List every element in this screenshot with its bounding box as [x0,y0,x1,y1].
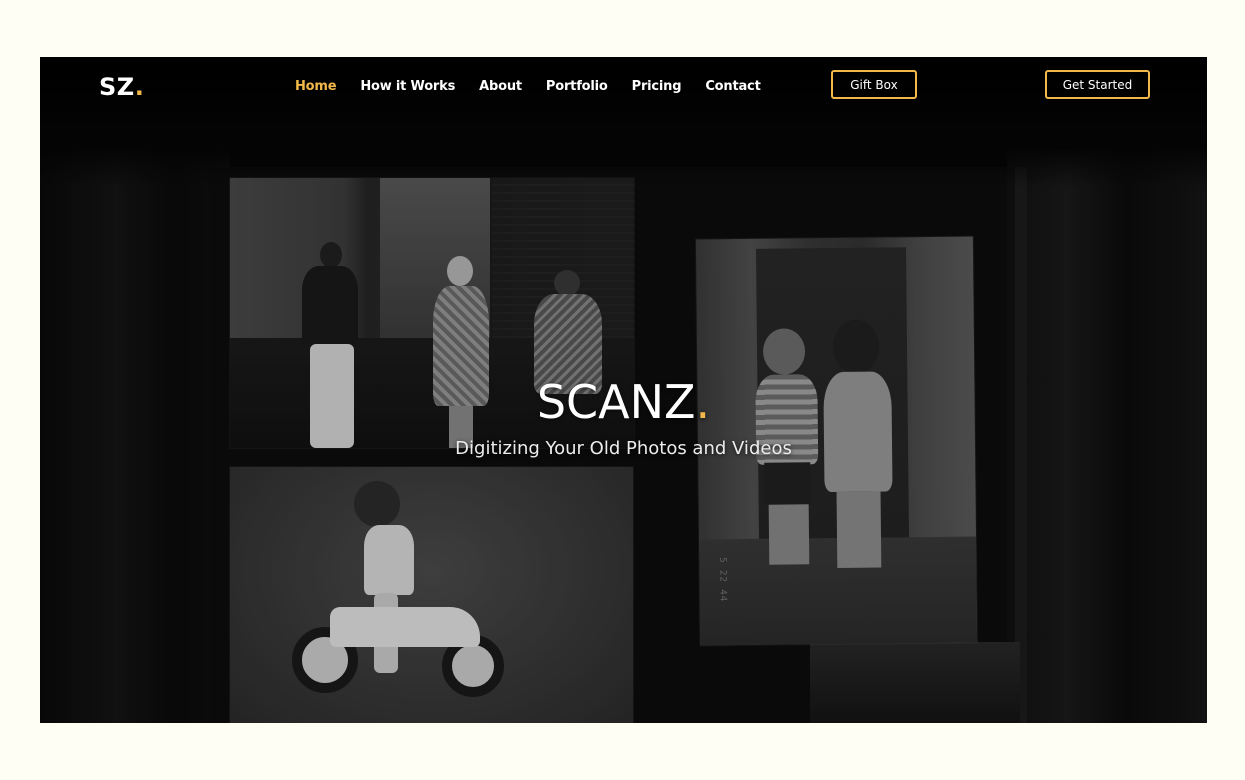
hero-title: SCANZ. [40,375,1207,429]
hero-title-text: SCANZ [536,375,696,429]
nav-link-pricing[interactable]: Pricing [632,79,682,94]
nav-link-how-it-works[interactable]: How it Works [360,79,455,94]
navbar: SZ. Home How it Works About Portfolio Pr… [40,57,1207,117]
gift-box-button[interactable]: Gift Box [831,70,917,99]
nav-link-home[interactable]: Home [295,79,337,94]
hero-title-dot: . [695,375,711,429]
hero-section: 5 22 44 SZ. Home How it Works About Port… [40,57,1207,723]
brand-logo-text: SZ [99,73,135,101]
brand-logo-dot: . [134,73,145,101]
nav-links: Home How it Works About Portfolio Pricin… [295,79,785,94]
nav-link-portfolio[interactable]: Portfolio [546,79,608,94]
hero-subtitle: Digitizing Your Old Photos and Videos [455,438,792,459]
nav-link-contact[interactable]: Contact [705,79,760,94]
get-started-button[interactable]: Get Started [1045,70,1150,99]
nav-link-about[interactable]: About [479,79,522,94]
brand-logo[interactable]: SZ. [99,73,144,101]
